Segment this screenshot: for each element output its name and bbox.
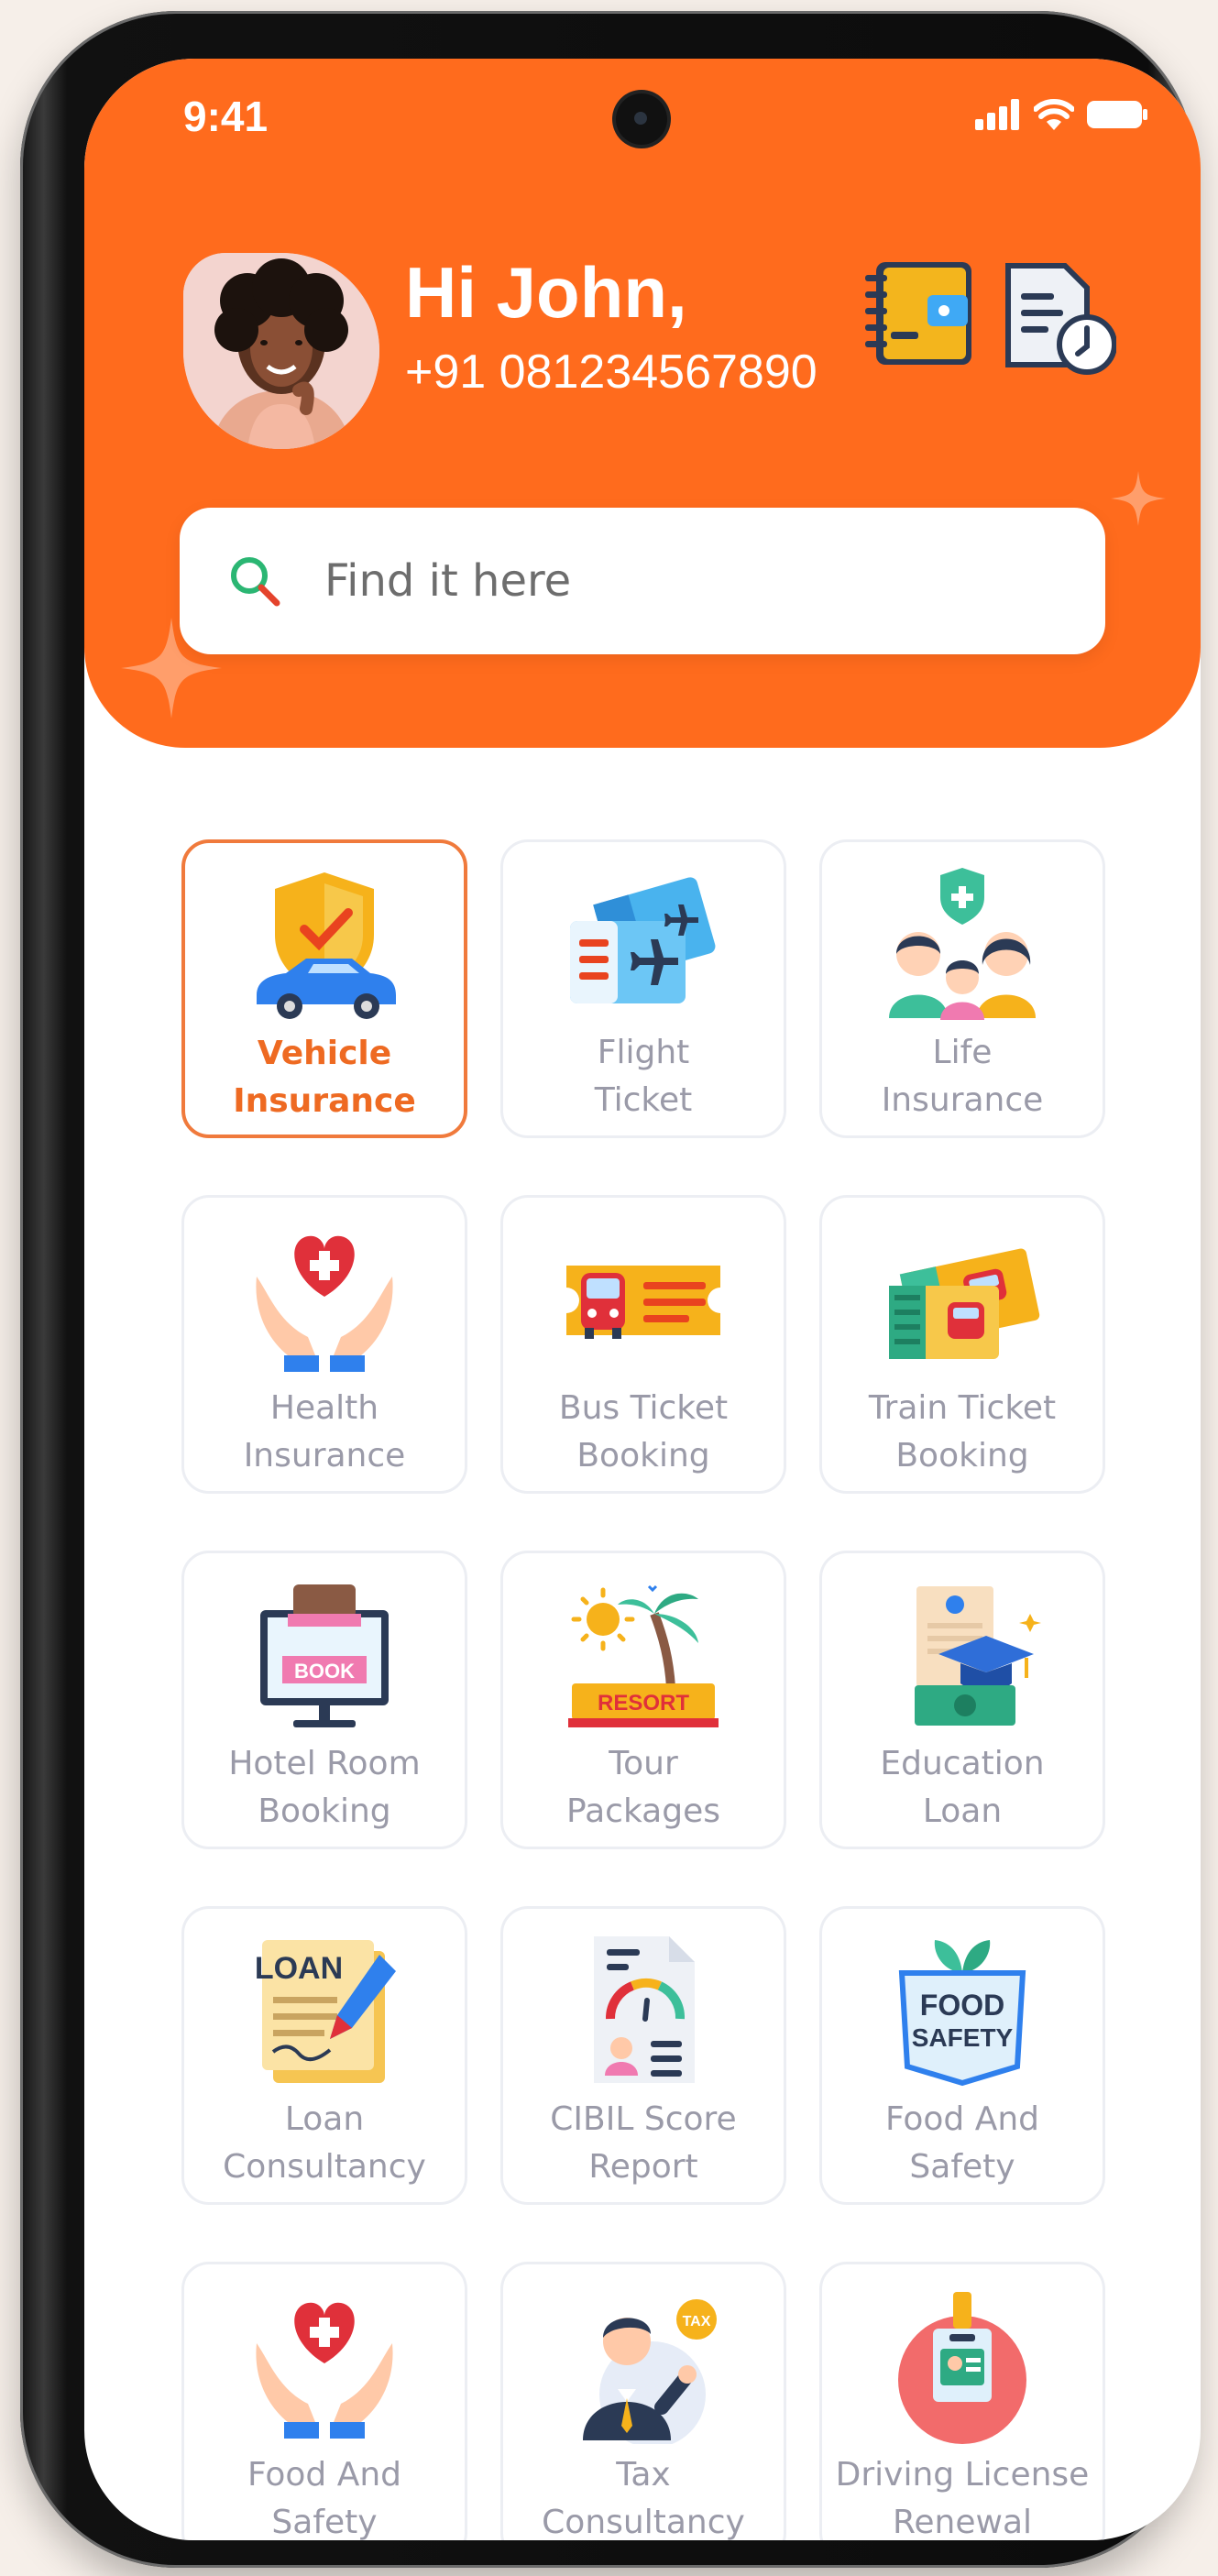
service-tile-flight-ticket[interactable]: Flight Ticket (500, 839, 786, 1138)
service-tile-health-insurance[interactable]: Health Insurance (181, 1195, 467, 1494)
service-tile-education-loan[interactable]: Education Loan (819, 1551, 1105, 1849)
service-tile-loan-consultancy[interactable]: LOAN Loan Consultancy (181, 1906, 467, 2205)
education-loan-icon (915, 1586, 1041, 1726)
header: 9:41 Hi John, +91 081234567890 Find it h… (84, 59, 1201, 748)
service-label: Life Insurance (881, 1034, 1044, 1119)
service-label: Driving License Renewal (835, 2456, 1090, 2540)
hotel-booking-icon: BOOK (260, 1584, 389, 1727)
avatar[interactable] (183, 253, 379, 449)
user-photo (183, 253, 379, 449)
services-grid: Vehicle Insurance Flight Ticket Life Ins… (181, 839, 1107, 2540)
resort-art-text: RESORT (598, 1691, 689, 1716)
search-icon (231, 557, 280, 607)
app-screen: 9:41 Hi John, +91 081234567890 Find it h… (84, 59, 1201, 2540)
tax-consultant-icon: TAX (583, 2299, 717, 2444)
service-label: Train Ticket Booking (868, 1389, 1057, 1474)
wifi-icon (1034, 99, 1074, 130)
service-tile-food-and-safety-care[interactable]: Food And Safety (181, 2262, 467, 2540)
service-label: Education Loan (880, 1745, 1045, 1830)
service-label: Bus Ticket Booking (558, 1389, 729, 1474)
wallet-book-icon[interactable] (863, 258, 981, 368)
health-insurance-icon (256, 1235, 393, 1372)
food-safety-icon: FOOD SAFETY (898, 1940, 1026, 2087)
status-time: 9:41 (183, 93, 269, 140)
service-tile-life-insurance[interactable]: Life Insurance (819, 839, 1105, 1138)
loan-art-text: LOAN (255, 1951, 343, 1986)
service-label: Vehicle Insurance (233, 1035, 416, 1120)
document-history-icon[interactable] (1001, 262, 1116, 378)
service-label: Tax Consultancy (542, 2456, 745, 2540)
loan-consultancy-icon: LOAN (255, 1940, 396, 2083)
service-label: Health Insurance (243, 1389, 406, 1474)
driving-license-icon (898, 2292, 1026, 2444)
service-tile-driving-license[interactable]: Driving License Renewal (819, 2262, 1105, 2540)
status-icons (975, 99, 1147, 130)
life-insurance-icon (889, 868, 1036, 1020)
service-label: Flight Ticket (594, 1034, 693, 1119)
cibil-report-icon (594, 1936, 695, 2083)
bus-ticket-icon (566, 1266, 720, 1339)
signal-icon (975, 99, 1019, 130)
service-label: Food And Safety (884, 2100, 1040, 2186)
service-label: Tour Packages (566, 1745, 720, 1830)
service-tile-train-ticket[interactable]: Train Ticket Booking (819, 1195, 1105, 1494)
train-ticket-icon (889, 1248, 1040, 1359)
service-label: Loan Consultancy (223, 2100, 426, 2186)
service-tile-hotel-booking[interactable]: BOOK Hotel Room Booking (181, 1551, 467, 1849)
hotel-art-text: BOOK (294, 1660, 355, 1683)
service-label: CIBIL Score Report (550, 2100, 737, 2186)
tax-art-text: TAX (683, 2314, 711, 2329)
user-phone-number: +91 081234567890 (405, 345, 817, 399)
service-tile-bus-ticket[interactable]: Bus Ticket Booking (500, 1195, 786, 1494)
search-input[interactable] (324, 555, 1021, 607)
service-tile-food-safety[interactable]: FOOD SAFETY Food And Safety (819, 1906, 1105, 2205)
battery-icon (1087, 101, 1147, 128)
phone-frame: 9:41 Hi John, +91 081234567890 Find it h… (20, 11, 1201, 2568)
service-label: Hotel Room Booking (228, 1745, 421, 1830)
front-camera (616, 93, 667, 145)
service-tile-tour-packages[interactable]: RESORT Tour Packages (500, 1551, 786, 1849)
care-hands-icon (256, 2302, 393, 2439)
search-bar[interactable] (180, 508, 1105, 654)
service-tile-cibil-report[interactable]: CIBIL Score Report (500, 1906, 786, 2205)
food-art-text-2: SAFETY (912, 2023, 1014, 2052)
food-art-text-1: FOOD (920, 1989, 1004, 2022)
greeting-title: Hi John, (405, 252, 687, 333)
vehicle-insurance-icon (257, 872, 396, 1019)
sparkle-decoration-icon (1111, 471, 1166, 526)
flight-ticket-icon (570, 877, 716, 1003)
service-tile-vehicle-insurance[interactable]: Vehicle Insurance (181, 839, 467, 1138)
service-tile-tax-consultancy[interactable]: TAX Tax Consultancy (500, 2262, 786, 2540)
tour-packages-icon: RESORT (568, 1584, 719, 1727)
service-label: Food And Safety (247, 2456, 402, 2540)
